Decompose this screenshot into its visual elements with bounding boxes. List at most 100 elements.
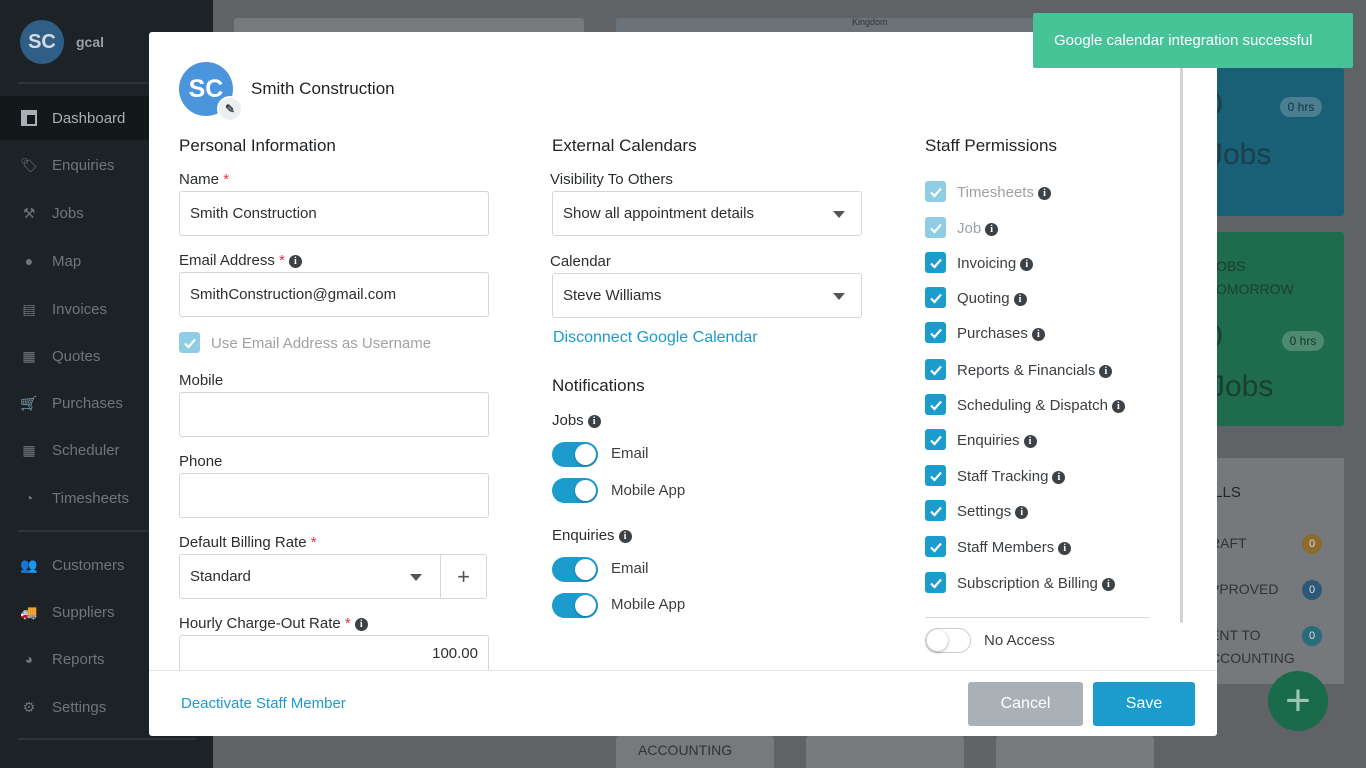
permission-staff-tracking-checkbox[interactable]: [925, 465, 946, 486]
permission-label: Staff Tracking i: [957, 468, 1066, 485]
bills-count-badge: 0: [1302, 626, 1322, 646]
toggle-label: Email: [611, 560, 649, 577]
check-icon: [929, 365, 942, 376]
info-icon[interactable]: i: [1031, 328, 1045, 341]
jobs-word: Jobs: [1210, 370, 1274, 403]
use-email-checkbox[interactable]: [179, 332, 200, 353]
disconnect-google-calendar-link[interactable]: Disconnect Google Calendar: [553, 329, 758, 347]
hours-pill: 0 hrs: [1280, 97, 1322, 117]
users-icon: 👥: [20, 556, 38, 573]
map-pin-icon: ●: [24, 253, 34, 269]
info-icon[interactable]: i: [354, 618, 368, 631]
email-field[interactable]: SmithConstruction@gmail.com: [179, 272, 489, 317]
cart-icon: 🛒: [20, 394, 38, 411]
sidebar-item-label: Dashboard: [52, 109, 126, 127]
check-icon: [929, 506, 942, 517]
sidebar-item-label: Scheduler: [52, 441, 120, 459]
chevron-down-icon: [833, 293, 845, 300]
save-button[interactable]: Save: [1093, 682, 1195, 726]
permission-subscription-billing-checkbox[interactable]: [925, 572, 946, 593]
permissions-divider: [925, 617, 1150, 618]
card-title-line1: OBS: [1216, 258, 1246, 274]
sidebar-user[interactable]: SC gcal: [20, 20, 104, 64]
permission-label: Enquiries i: [957, 432, 1037, 449]
toggle-label: Email: [611, 445, 649, 462]
no-access-toggle[interactable]: [925, 628, 971, 653]
section-title-personal: Personal Information: [179, 136, 336, 155]
permission-settings-checkbox[interactable]: [925, 500, 946, 521]
deactivate-staff-member-link[interactable]: Deactivate Staff Member: [181, 695, 346, 712]
dashboard-card: [996, 736, 1154, 768]
sidebar-item-label: Enquiries: [52, 156, 115, 174]
info-icon[interactable]: i: [1020, 258, 1034, 271]
calendar-value: Steve Williams: [563, 287, 662, 304]
calendar-select[interactable]: Steve Williams: [552, 273, 862, 318]
permission-enquiries-checkbox[interactable]: [925, 429, 946, 450]
modal-footer-divider: [149, 670, 1217, 671]
name-label: Name *: [179, 171, 230, 188]
add-fab-button[interactable]: +: [1268, 671, 1328, 731]
info-icon[interactable]: i: [1052, 471, 1066, 484]
card-title-line2: OMORROW: [1216, 281, 1294, 297]
info-icon[interactable]: i: [618, 530, 632, 543]
billing-rate-value: Standard: [190, 568, 251, 585]
staff-avatar[interactable]: SC ✎: [179, 62, 243, 122]
modal-title: Smith Construction: [251, 79, 395, 98]
chevron-down-icon: [833, 211, 845, 218]
visibility-label: Visibility To Others: [550, 171, 673, 188]
jobs-notifications-label: Jobs i: [552, 412, 601, 429]
jobs-email-toggle[interactable]: [552, 442, 598, 467]
section-title-calendars: External Calendars: [552, 136, 697, 155]
info-icon[interactable]: i: [587, 415, 601, 428]
info-icon[interactable]: i: [1111, 400, 1125, 413]
permission-quoting-checkbox[interactable]: [925, 287, 946, 308]
billing-rate-select[interactable]: Standard +: [179, 554, 487, 599]
visibility-select[interactable]: Show all appointment details: [552, 191, 862, 236]
jobs-mobile-app-toggle[interactable]: [552, 478, 598, 503]
phone-field[interactable]: [179, 473, 489, 518]
sidebar-item-label: Settings: [52, 698, 107, 716]
toggle-label: Mobile App: [611, 596, 686, 613]
toggle-label: Mobile App: [611, 482, 686, 499]
info-icon[interactable]: i: [1099, 365, 1113, 378]
success-toast[interactable]: Google calendar integration successful: [1033, 13, 1353, 68]
info-icon[interactable]: i: [1015, 506, 1029, 519]
check-icon: [929, 258, 942, 269]
permission-label: Staff Members i: [957, 539, 1072, 556]
email-value: SmithConstruction@gmail.com: [190, 286, 397, 303]
info-icon[interactable]: i: [1023, 435, 1037, 448]
jobs-today-card: 0 0 hrs Jobs: [1200, 68, 1344, 216]
accounting-card: ACCOUNTING: [616, 736, 774, 768]
permission-invoicing-checkbox[interactable]: [925, 252, 946, 273]
pencil-icon[interactable]: ✎: [217, 96, 243, 122]
clock-icon: ◔: [24, 490, 34, 506]
modal-scrollbar[interactable]: [1180, 67, 1183, 623]
cancel-button[interactable]: Cancel: [968, 682, 1083, 726]
permission-scheduling-dispatch-checkbox[interactable]: [925, 394, 946, 415]
permission-job-checkbox[interactable]: [925, 217, 946, 238]
enquiries-email-toggle[interactable]: [552, 557, 598, 582]
info-icon[interactable]: i: [985, 223, 999, 236]
permission-purchases-checkbox[interactable]: [925, 322, 946, 343]
info-icon[interactable]: i: [1058, 542, 1072, 555]
add-billing-rate-button[interactable]: +: [440, 555, 486, 598]
info-icon[interactable]: i: [1013, 293, 1027, 306]
user-name: gcal: [76, 34, 105, 50]
use-email-label: Use Email Address as Username: [211, 335, 432, 352]
hourly-rate-field[interactable]: 100.00: [179, 635, 489, 671]
check-icon: [183, 338, 196, 349]
avatar-initials: SC: [188, 74, 224, 103]
mobile-field[interactable]: [179, 392, 489, 437]
info-icon[interactable]: i: [1101, 578, 1115, 591]
visibility-value: Show all appointment details: [563, 205, 754, 222]
info-icon[interactable]: i: [288, 255, 302, 268]
mobile-label: Mobile: [179, 372, 224, 389]
enquiries-mobile-app-toggle[interactable]: [552, 593, 598, 618]
name-field[interactable]: Smith Construction: [179, 191, 489, 236]
permission-staff-members-checkbox[interactable]: [925, 536, 946, 557]
permission-timesheets-checkbox[interactable]: [925, 181, 946, 202]
permission-reports-financials-checkbox[interactable]: [925, 359, 946, 380]
info-icon[interactable]: i: [1037, 187, 1051, 200]
modal-header: SC ✎ Smith Construction: [179, 62, 395, 122]
permission-label: Reports & Financials i: [957, 362, 1113, 379]
